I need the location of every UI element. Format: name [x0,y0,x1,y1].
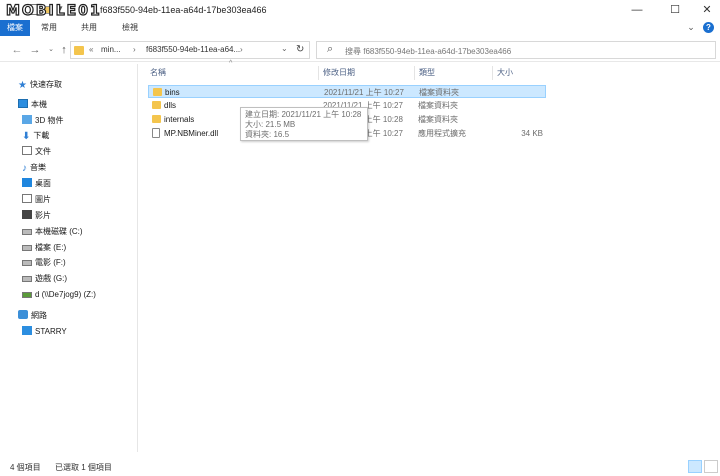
status-bar: 4 個項目 已選取 1 個項目 [0,458,720,476]
search-input[interactable]: 搜尋 f683f550-94eb-11ea-a64d-17be303ea466 [345,46,511,57]
navigation-bar: ← → ⌄ ↑ « min... › f683f550-94eb-11ea-a6… [0,38,720,62]
file-name: internals [164,115,195,124]
up-button[interactable]: ↑ [57,43,71,57]
maximize-button[interactable]: ☐ [656,0,694,20]
search-box[interactable]: ⌕ 搜尋 f683f550-94eb-11ea-a64d-17be303ea46… [316,41,716,59]
sidebar-item-drive-g[interactable]: 遊戲 (G:) [22,272,67,286]
sidebar-item-downloads[interactable]: ⬇ 下載 [22,129,49,143]
sidebar-item-desktop[interactable]: 桌面 [22,177,51,191]
file-size: 34 KB [521,129,543,138]
address-dropdown-icon[interactable]: ⌄ [281,44,288,53]
column-divider[interactable] [414,66,415,80]
sidebar-item-quick-access[interactable]: ★ 快速存取 [18,78,62,92]
file-type: 檔案資料夾 [418,101,458,110]
sidebar-item-drive-e[interactable]: 檔案 (E:) [22,241,66,255]
dll-file-icon [152,128,160,138]
video-icon [22,210,32,219]
sidebar-item-drive-z[interactable]: d (\\De7jog9) (Z:) [22,288,96,302]
help-icon[interactable]: ? [703,22,714,33]
breadcrumb-overflow-icon[interactable]: « [89,45,93,54]
column-header-date[interactable]: 修改日期 [323,66,355,80]
file-row-bins[interactable]: bins 2021/11/21 上午 10:27 檔案資料夾 [148,85,546,98]
document-icon [22,146,32,155]
pictures-icon [22,194,32,203]
tooltip-contents: 資料夾: 16.5 [245,130,290,139]
file-name: MP.NBMiner.dll [164,129,219,138]
breadcrumb-item[interactable]: min... [101,45,121,54]
title-bar: MOBILE01 ▾ f683f550-94eb-11ea-a64d-17be3… [0,0,720,20]
search-icon: ⌕ [327,43,334,55]
breadcrumb-separator-icon[interactable]: › [240,45,243,54]
network-icon [18,310,28,319]
large-icons-view-icon[interactable] [704,460,718,473]
column-divider[interactable] [492,66,493,80]
folder-icon [74,46,84,55]
ribbon-tabs: 檔案 常用 共用 檢視 ⌄ ? [0,20,720,36]
column-header-size[interactable]: 大小 [497,66,513,80]
back-button[interactable]: ← [10,43,24,57]
sidebar-item-drive-c[interactable]: 本機磁碟 (C:) [22,225,83,239]
sidebar-item-pictures[interactable]: 圖片 [22,193,51,207]
tab-share[interactable]: 共用 [68,20,110,36]
breadcrumb-item[interactable]: f683f550-94eb-11ea-a64... [146,45,240,54]
details-view-icon[interactable] [688,460,702,473]
music-icon: ♪ [22,163,27,174]
refresh-icon[interactable]: ↻ [296,44,304,55]
sidebar-item-music[interactable]: ♪ 音樂 [22,161,46,175]
tooltip-created: 建立日期: 2021/11/21 上午 10:28 [245,110,362,119]
sidebar-item-3d-objects[interactable]: 3D 物件 [22,114,63,128]
forward-button[interactable]: → [28,43,42,57]
sidebar-item-network[interactable]: 網路 [18,309,47,323]
tab-view[interactable]: 檢視 [110,20,150,36]
address-bar[interactable]: « min... › f683f550-94eb-11ea-a64... › ⌄… [70,41,310,59]
download-icon: ⬇ [22,131,31,142]
tooltip-size: 大小: 21.5 MB [245,120,296,129]
folder-info-tooltip: 建立日期: 2021/11/21 上午 10:28 大小: 21.5 MB 資料… [240,107,368,141]
selected-count: 已選取 1 個項目 [55,463,112,472]
minimize-button[interactable]: — [618,0,656,20]
explorer-window: MOBILE01 ▾ f683f550-94eb-11ea-a64d-17be3… [0,0,720,476]
tab-home[interactable]: 常用 [30,20,68,36]
column-header-name[interactable]: 名稱 [150,66,166,80]
tab-file[interactable]: 檔案 [0,20,30,36]
computer-icon [18,99,28,108]
file-name: bins [165,88,180,97]
window-title: f683f550-94eb-11ea-a64d-17be303ea466 [100,5,267,15]
watermark-logo: MOBILE01 [5,2,102,19]
sidebar-item-starry[interactable]: STARRY [22,325,67,339]
sidebar-item-videos[interactable]: 影片 [22,209,51,223]
ribbon-controls: ⌄ ? [681,22,714,33]
drive-icon [22,229,32,235]
drive-icon [22,276,32,282]
folder-icon [153,88,162,96]
recent-locations-button[interactable]: ⌄ [44,43,58,57]
column-divider[interactable] [318,66,319,80]
file-type: 應用程式擴充 [418,129,466,138]
sort-ascending-icon: ^ [229,60,233,67]
3d-objects-icon [22,115,32,124]
computer-icon [22,326,32,335]
sidebar-item-documents[interactable]: 文件 [22,145,51,159]
file-name: dlls [164,101,177,110]
navigation-pane: ★ 快速存取 本機 3D 物件 ⬇ 下載 文件 ♪ 音樂 桌面 圖片 影片 本機磁碟 … [0,64,138,452]
breadcrumb-separator-icon[interactable]: › [133,45,136,54]
close-button[interactable]: ✕ [694,0,720,20]
column-header-type[interactable]: 類型 [419,66,435,80]
network-drive-icon [22,292,32,298]
file-date: 2021/11/21 上午 10:27 [324,88,404,97]
star-icon: ★ [18,80,27,91]
file-type: 檔案資料夾 [418,115,458,124]
folder-icon [152,115,161,123]
desktop-icon [22,178,32,187]
drive-icon [22,245,32,251]
ribbon-collapse-icon[interactable]: ⌄ [687,22,695,33]
drive-icon [22,260,32,266]
item-count: 4 個項目 [10,463,41,472]
sidebar-item-drive-f[interactable]: 電影 (F:) [22,256,66,270]
folder-icon [152,101,161,109]
file-type: 檔案資料夾 [419,88,459,97]
sidebar-item-this-pc[interactable]: 本機 [18,98,47,112]
